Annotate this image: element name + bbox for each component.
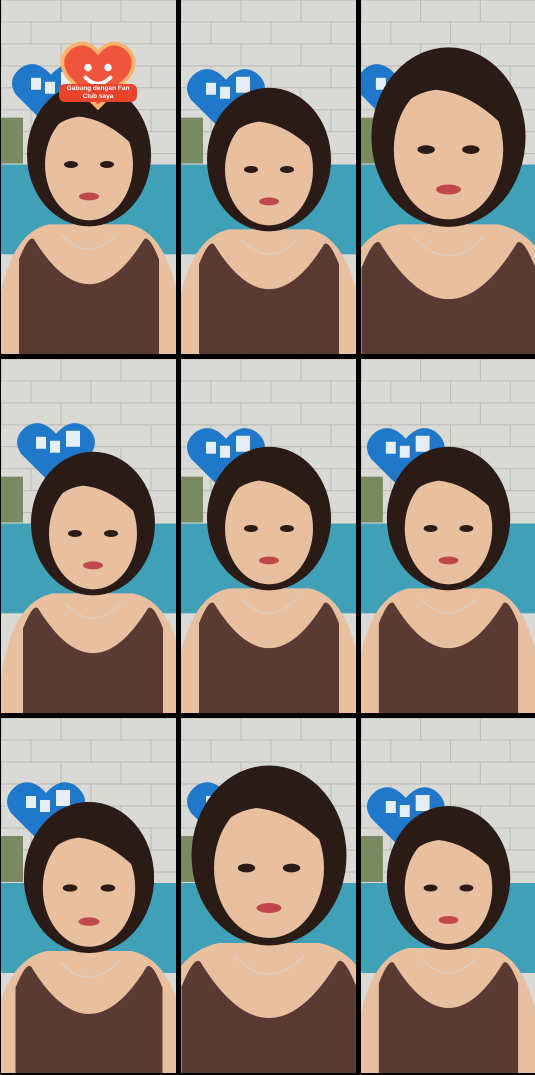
scene-r3c2 (181, 718, 356, 1073)
fan-club-label: Gabung dengan Fan Club saya (59, 84, 137, 102)
video-frame-r2c2 (181, 359, 356, 713)
wall-picture (1, 117, 23, 164)
video-grid: Gabung dengan Fan Club saya (0, 0, 535, 1075)
scene-r1c2 (181, 0, 356, 354)
wall-picture (361, 476, 383, 523)
video-frame-r2c1 (1, 359, 176, 713)
wall-picture (1, 836, 23, 882)
video-frame-r2c3 (361, 359, 535, 713)
video-frame-r1c2 (181, 0, 356, 354)
video-frame-r3c2 (181, 718, 356, 1073)
fan-club-badge[interactable]: Gabung dengan Fan Club saya (59, 40, 137, 110)
scene-r1c3 (361, 0, 535, 354)
video-frame-r3c3 (361, 718, 535, 1073)
video-frame-r3c1 (1, 718, 176, 1073)
wall-picture (361, 836, 383, 882)
wall-picture (1, 476, 23, 523)
scene-r2c2 (181, 359, 356, 713)
scene-r3c3 (361, 718, 535, 1073)
video-frame-r1c1: Gabung dengan Fan Club saya (1, 0, 176, 354)
scene-r2c3 (361, 359, 535, 713)
wall-picture (181, 117, 203, 164)
video-frame-r1c3 (361, 0, 535, 354)
wall-picture (181, 476, 203, 523)
scene-r2c1 (1, 359, 176, 713)
scene-r3c1 (1, 718, 176, 1073)
